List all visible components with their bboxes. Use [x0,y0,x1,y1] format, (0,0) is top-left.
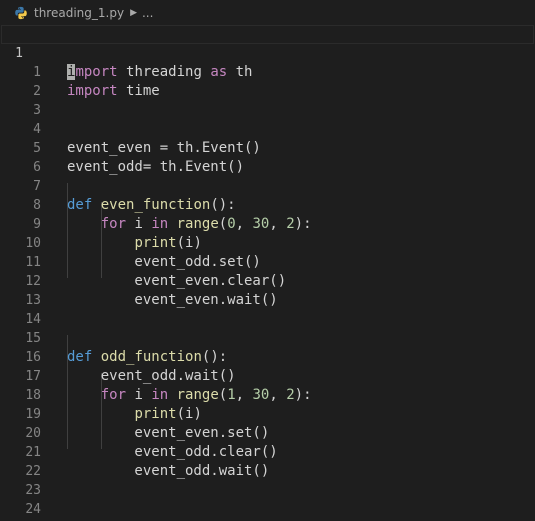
code-line[interactable]: 3 [0,82,535,118]
chevron-right-icon: ▶ [130,7,137,18]
code-line[interactable]: 19 event_even.set() [0,386,535,441]
breadcrumb-file[interactable]: threading_1.py [34,6,124,20]
breadcrumb-symbols[interactable]: ... [142,6,153,20]
code-line[interactable]: 16 event_odd.wait() [0,329,535,384]
python-file-icon [15,6,27,19]
code-line[interactable]: 5 event_odd= th.Event() [0,120,535,175]
code-line[interactable]: 18 print(i) [0,367,535,422]
code-line[interactable]: 7 def even_function(): [0,158,535,213]
code-line[interactable]: 24 [0,481,535,517]
code-line[interactable]: 23 [0,462,535,498]
code-line[interactable]: 2 [0,63,535,99]
code-line[interactable]: 20 event_odd.clear() [0,405,535,460]
code-line[interactable]: 9 print(i) [0,196,535,251]
code-line[interactable]: 6 [0,139,535,175]
code-line[interactable]: 4 event_even = th.Event() [0,101,535,156]
code-line[interactable]: 12 event_even.wait() [0,253,535,308]
code-line[interactable]: 11 event_even.clear() [0,234,535,289]
code-editor[interactable]: 1 import threading as th 1 import time 2… [0,25,535,521]
code-line[interactable]: 21 event_odd.wait() [0,424,535,479]
code-line[interactable]: 15 def odd_function(): [0,310,535,365]
code-line[interactable]: 10 event_odd.set() [0,215,535,270]
code-line[interactable]: 1 import time [0,44,535,99]
code-line[interactable]: 14 [0,291,535,327]
code-line[interactable]: 17 for i in range(1, 30, 2): [0,348,535,403]
code-line[interactable]: 25 [0,500,535,519]
code-line[interactable]: 22 [0,443,535,479]
code-line[interactable]: 13 [0,272,535,308]
code-line[interactable]: 8 for i in range(0, 30, 2): [0,177,535,232]
code-line[interactable]: 1 import threading as th [1,25,534,80]
breadcrumb: threading_1.py ▶ ... [0,0,535,25]
